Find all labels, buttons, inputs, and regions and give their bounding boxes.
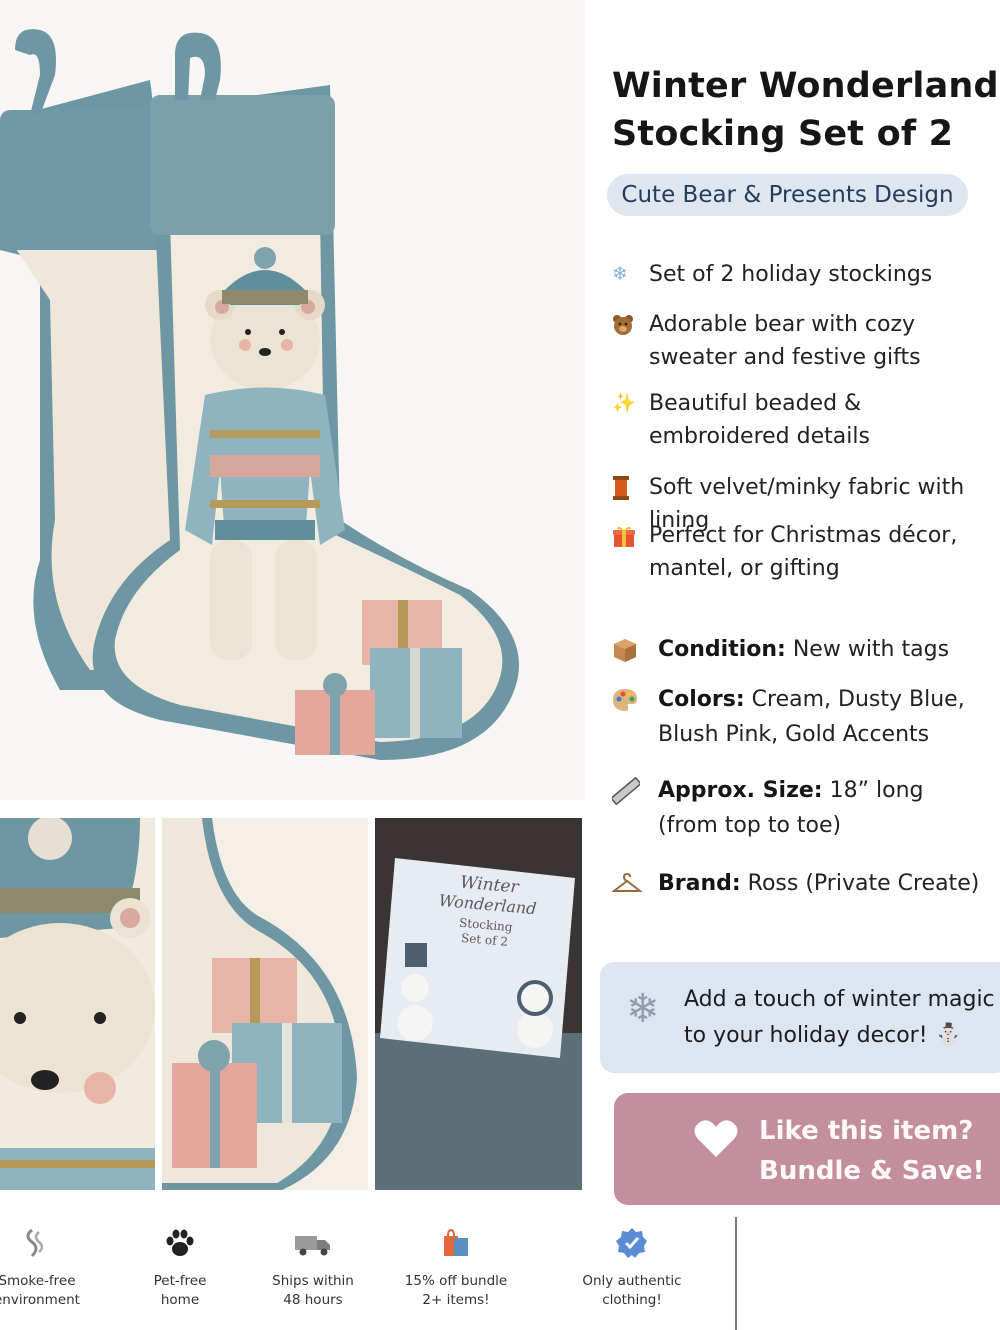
detail-value: New with tags bbox=[792, 637, 950, 662]
detail-label: Approx. Size: bbox=[658, 778, 823, 803]
promo-banner: ❄ Add a touch of winter magic to your ho… bbox=[600, 962, 1000, 1073]
badge-ships-fast: Ships within 48 hours bbox=[248, 1226, 378, 1310]
detail-brand: Brand: Ross (Private Create) bbox=[611, 866, 979, 901]
promo-text: Add a touch of winter magic to your holi… bbox=[684, 987, 995, 1048]
palette-icon bbox=[612, 682, 658, 717]
badge-line-1: Only authentic bbox=[582, 1273, 682, 1289]
badge-text: Smoke-free environment bbox=[0, 1272, 102, 1310]
feature-text: Set of 2 holiday stockings bbox=[649, 262, 933, 287]
bundle-line-2: Bundle & Save! bbox=[759, 1156, 985, 1186]
hanger-icon bbox=[611, 866, 658, 901]
detail-label: Colors: bbox=[658, 687, 745, 712]
product-title: Winter Wonderland Stocking Set of 2 bbox=[612, 66, 999, 154]
badge-line-1: Pet-free bbox=[153, 1273, 207, 1289]
detail-text: Brand: Ross (Private Create) bbox=[658, 866, 979, 901]
paw-icon bbox=[166, 1229, 194, 1256]
feature-text: Beautiful beaded & embroidered details bbox=[649, 391, 870, 449]
feature-item: Perfect for Christmas décor, mantel, or … bbox=[612, 519, 979, 585]
thumbnail-bear-closeup[interactable] bbox=[0, 818, 155, 1190]
badge-line-1: 15% off bundle bbox=[404, 1273, 508, 1289]
detail-label: Brand: bbox=[658, 871, 741, 896]
badge-line-1: Ships within bbox=[272, 1273, 354, 1289]
feature-text: Adorable bear with cozy sweater and fest… bbox=[649, 312, 921, 370]
shopping-bag-icon bbox=[444, 1228, 468, 1256]
bundle-save-button[interactable]: Like this item? Bundle & Save! bbox=[614, 1093, 1000, 1205]
badge-line-2: 48 hours bbox=[283, 1292, 343, 1308]
badge-text: Ships within 48 hours bbox=[248, 1272, 378, 1310]
detail-text: Approx. Size: 18” long (from top to toe) bbox=[658, 773, 958, 843]
badge-line-2: home bbox=[160, 1292, 200, 1308]
badge-line-2: clothing! bbox=[602, 1292, 662, 1308]
detail-text: Condition: New with tags bbox=[658, 632, 949, 667]
vertical-divider bbox=[735, 1217, 737, 1330]
gift-icon bbox=[612, 519, 649, 552]
feature-item: Adorable bear with cozy sweater and fest… bbox=[612, 308, 999, 374]
feature-item: ❄ Set of 2 holiday stockings bbox=[612, 258, 932, 291]
ruler-icon bbox=[610, 773, 658, 808]
truck-icon bbox=[295, 1236, 330, 1256]
badge-pet-free: Pet-free home bbox=[115, 1226, 245, 1310]
badge-text: Only authentic clothing! bbox=[567, 1272, 697, 1310]
detail-text: Colors: Cream, Dusty Blue, Blush Pink, G… bbox=[658, 682, 978, 752]
detail-value: Ross (Private Create) bbox=[747, 871, 980, 896]
badge-line-2: environment bbox=[0, 1292, 80, 1308]
heart-icon bbox=[694, 1120, 738, 1157]
verified-badge-icon bbox=[616, 1228, 647, 1258]
snowflake-icon: ❄ bbox=[612, 263, 628, 285]
thumbnail-gifts-closeup[interactable] bbox=[162, 818, 368, 1190]
badge-bundle-discount: 15% off bundle 2+ items! bbox=[391, 1226, 521, 1310]
bundle-button-label: Like this item? Bundle & Save! bbox=[759, 1111, 984, 1191]
feature-text: Perfect for Christmas décor, mantel, or … bbox=[649, 523, 958, 581]
bear-closeup-illustration bbox=[0, 818, 155, 1190]
gifts-closeup-illustration bbox=[162, 818, 368, 1190]
badge-text: 15% off bundle 2+ items! bbox=[391, 1272, 521, 1310]
stocking-illustration bbox=[0, 29, 519, 760]
smoke-icon bbox=[26, 1228, 44, 1258]
badge-text: Pet-free home bbox=[115, 1272, 245, 1310]
badge-line-2: 2+ items! bbox=[422, 1292, 490, 1308]
badge-authentic: Only authentic clothing! bbox=[567, 1226, 697, 1310]
thread-spool-icon bbox=[612, 471, 649, 504]
thumbnail-packaging[interactable]: Winter Wonderland Stocking Set of 2 bbox=[375, 818, 582, 1190]
badge-smoke-free: Smoke-free environment bbox=[0, 1226, 102, 1310]
sparkles-icon: ✨ bbox=[612, 392, 636, 414]
trust-badges: Smoke-free environment Pet-free home Ships… bbox=[0, 1210, 740, 1330]
detail-colors: Colors: Cream, Dusty Blue, Blush Pink, G… bbox=[612, 682, 978, 752]
detail-condition: Condition: New with tags bbox=[612, 632, 949, 667]
packaging-card-text: Winter Wonderland Stocking Set of 2 bbox=[434, 872, 540, 952]
badge-line-1: Smoke-free bbox=[0, 1273, 76, 1289]
main-product-photo[interactable] bbox=[0, 0, 585, 800]
box-icon bbox=[612, 632, 658, 667]
bundle-line-1: Like this item? bbox=[759, 1116, 974, 1146]
detail-label: Condition: bbox=[658, 637, 786, 662]
bear-icon bbox=[612, 308, 649, 341]
feature-item: ✨ Beautiful beaded & embroidered details bbox=[612, 387, 999, 453]
detail-size: Approx. Size: 18” long (from top to toe) bbox=[610, 773, 958, 843]
snowflake-icon: ❄ bbox=[626, 986, 660, 1032]
product-subtitle-pill: Cute Bear & Presents Design bbox=[607, 174, 968, 216]
